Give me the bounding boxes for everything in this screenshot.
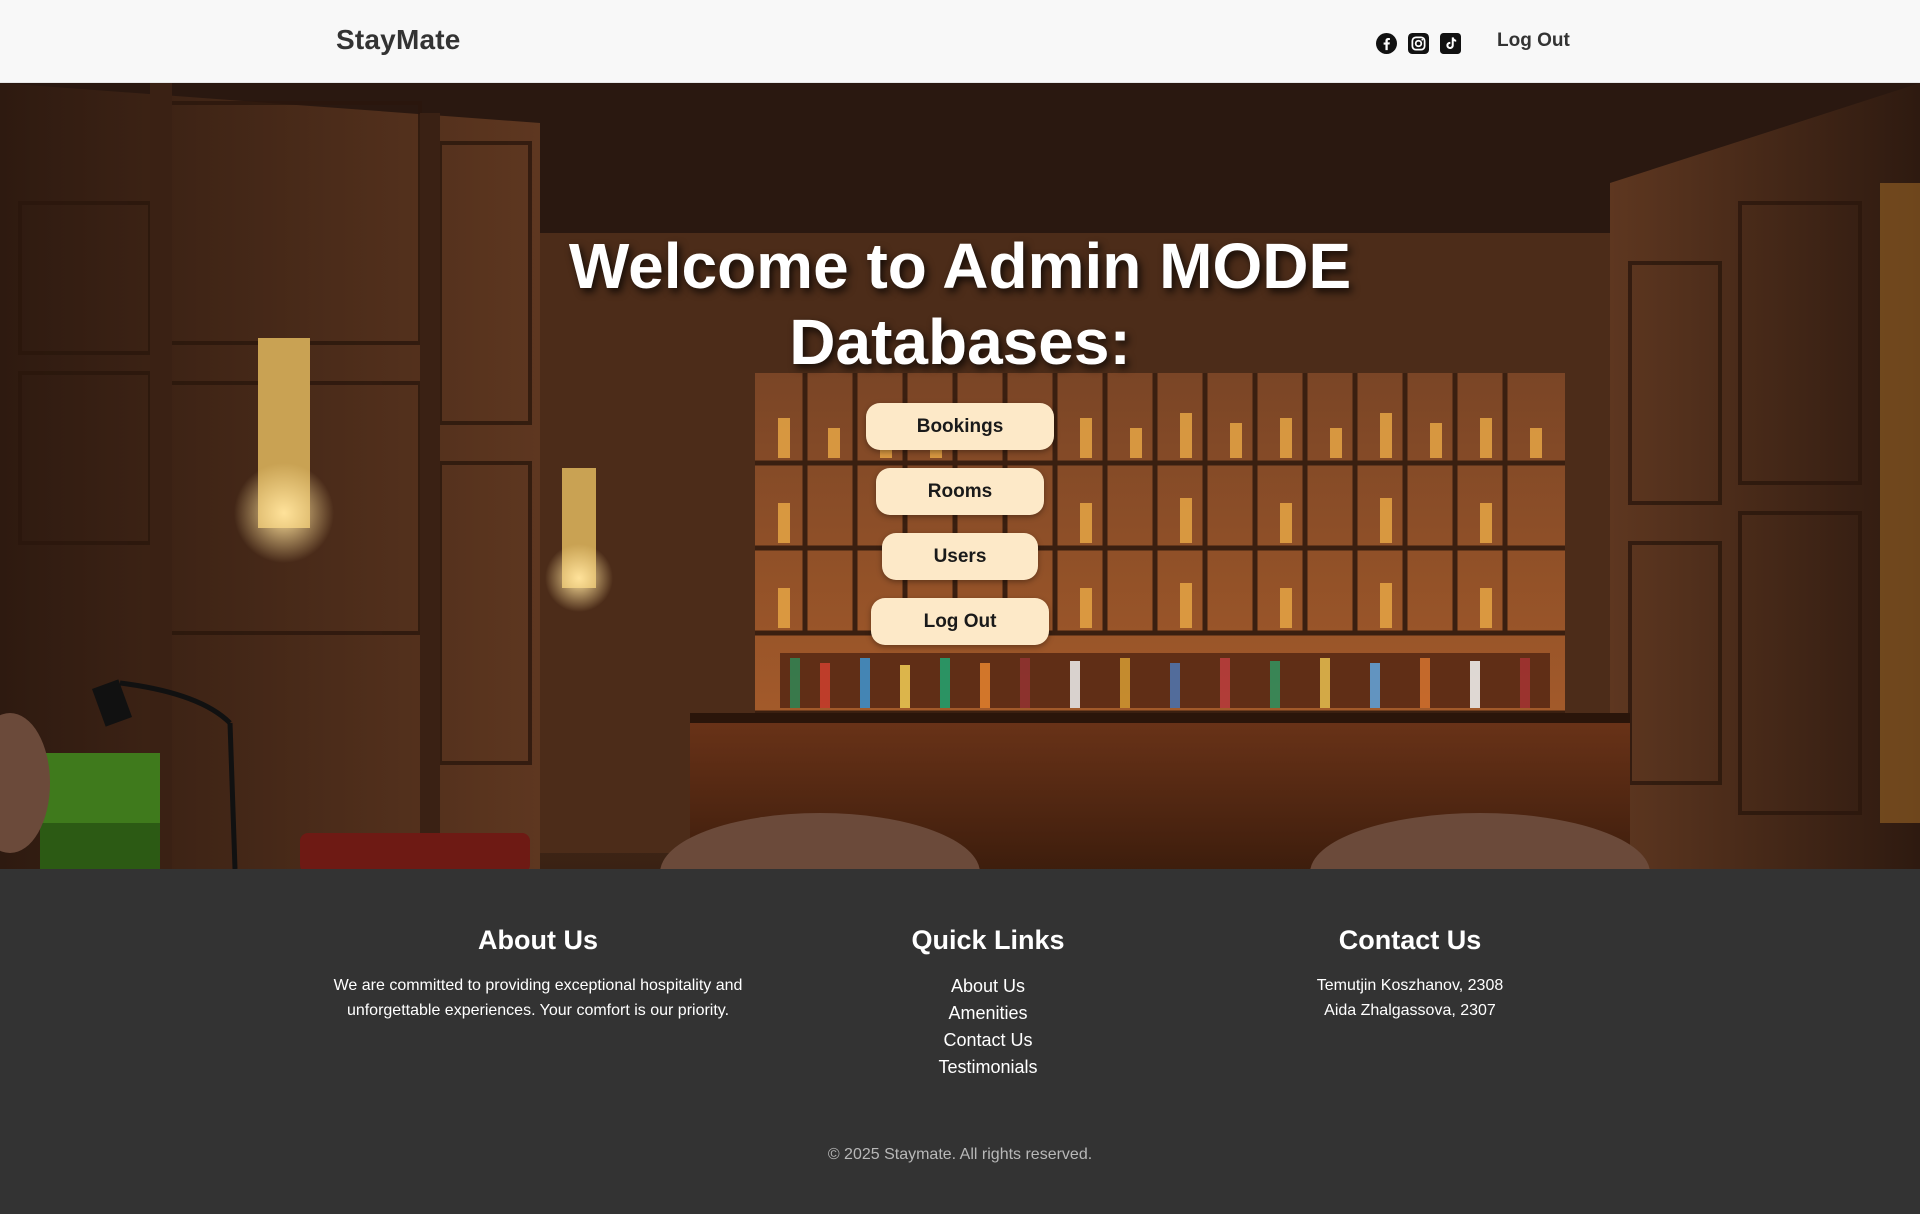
databases-heading: Databases:	[789, 306, 1131, 378]
contact-line: Temutjin Koszhanov, 2308	[1316, 977, 1504, 994]
header-logout-link[interactable]: Log Out	[1497, 30, 1570, 52]
contact-line: Aida Zhalgassova, 2307	[1324, 1002, 1496, 1019]
users-button[interactable]: Users	[882, 533, 1038, 580]
tiktok-icon[interactable]	[1440, 33, 1461, 54]
welcome-heading: Welcome to Admin MODE	[568, 230, 1352, 302]
footer: About Us We are committed to providing e…	[0, 869, 1920, 1214]
about-text: We are committed to providing exceptiona…	[333, 977, 743, 1019]
hero-logout-button[interactable]: Log Out	[871, 598, 1049, 645]
footer-link-contact-us[interactable]: Contact Us	[888, 1027, 1088, 1054]
footer-about-section: About Us We are committed to providing e…	[318, 923, 758, 1023]
footer-link-testimonials[interactable]: Testimonials	[888, 1054, 1088, 1081]
quick-links-heading: Quick Links	[911, 925, 1065, 955]
navbar: StayMate Log Out	[0, 0, 1920, 83]
brand-logo[interactable]: StayMate	[336, 24, 461, 56]
copyright-text: © 2025 Staymate. All rights reserved.	[827, 1146, 1093, 1163]
footer-link-about-us[interactable]: About Us	[888, 973, 1088, 1000]
footer-contact-section: Contact Us Temutjin Koszhanov, 2308 Aida…	[1260, 923, 1560, 1023]
facebook-icon[interactable]	[1376, 33, 1397, 54]
contact-heading: Contact Us	[1338, 925, 1482, 955]
social-links	[1376, 33, 1461, 54]
footer-quick-links-section: Quick Links About Us Amenities Contact U…	[888, 923, 1088, 1081]
hero-section: Welcome to Admin MODE Databases: Booking…	[0, 83, 1920, 869]
about-heading: About Us	[478, 925, 598, 955]
hero-title: Welcome to Admin MODE Databases:	[460, 228, 1460, 380]
bookings-button[interactable]: Bookings	[866, 403, 1054, 450]
instagram-icon[interactable]	[1408, 33, 1429, 54]
rooms-button[interactable]: Rooms	[876, 468, 1044, 515]
quick-links-list: About Us Amenities Contact Us Testimonia…	[888, 973, 1088, 1081]
footer-link-amenities[interactable]: Amenities	[888, 1000, 1088, 1027]
